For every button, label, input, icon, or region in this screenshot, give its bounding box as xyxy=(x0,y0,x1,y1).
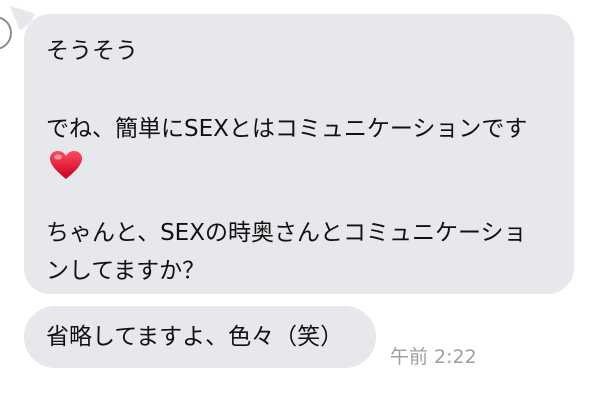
message-bubble-2[interactable]: 省略してますよ、色々（笑） xyxy=(24,306,376,368)
red-heart-icon-svg xyxy=(50,151,82,179)
chat-screen: そうそう でね、簡単にSEXとはコミュニケーションです ちゃんと、SEXの時奥さ… xyxy=(0,0,616,400)
message-line-1: そうそう xyxy=(46,38,138,64)
line-spacer xyxy=(46,180,546,216)
message-line-4: ンしてますか？ xyxy=(46,258,206,284)
message-bubble-1[interactable]: そうそう でね、簡単にSEXとはコミュニケーションです ちゃんと、SEXの時奥さ… xyxy=(24,14,574,294)
message-text: 省略してますよ、色々（笑） xyxy=(46,324,344,350)
message-line-2: でね、簡単にSEXとはコミュニケーションです xyxy=(46,116,528,142)
line-spacer xyxy=(46,66,546,114)
message-line-3: ちゃんと、SEXの時奥さんとコミュニケーショ xyxy=(46,220,527,246)
red-heart-icon xyxy=(49,150,83,180)
message-timestamp: 午前 2:22 xyxy=(390,346,477,368)
sender-avatar[interactable] xyxy=(0,16,12,50)
